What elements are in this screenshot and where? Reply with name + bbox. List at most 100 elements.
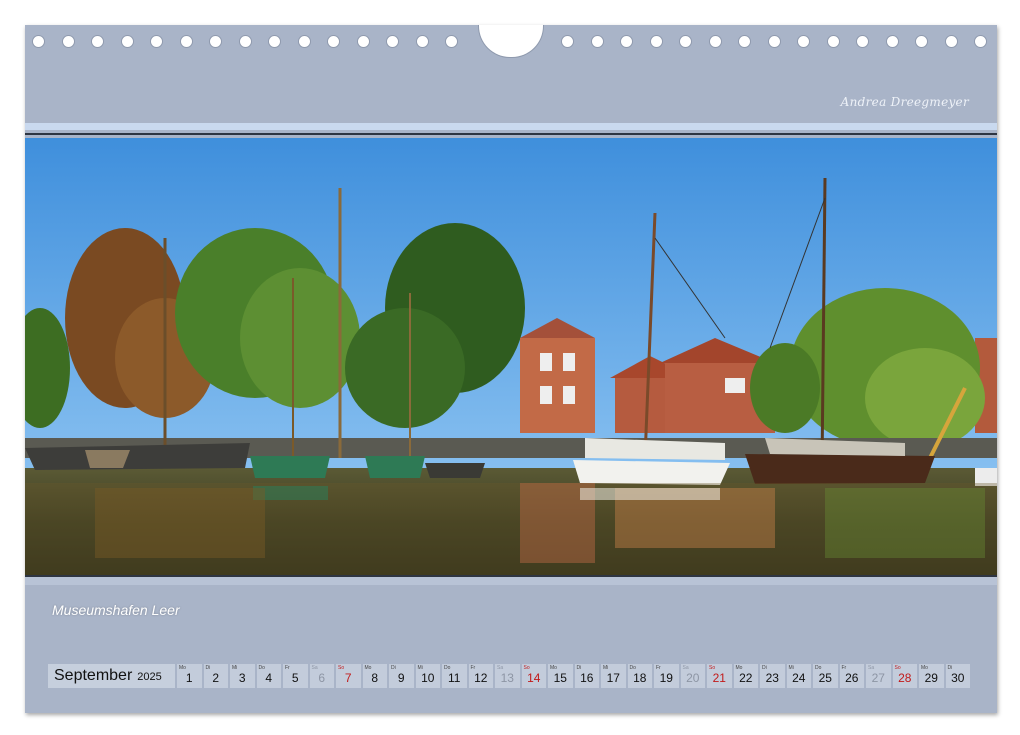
binding-hole — [679, 35, 692, 48]
day-number: 9 — [397, 671, 405, 685]
day-number: 22 — [739, 671, 753, 685]
binding-hole — [61, 35, 75, 48]
binding-hole — [120, 35, 134, 48]
binding-hole — [738, 35, 751, 48]
day-number: 19 — [659, 671, 673, 685]
day-cell: Do 18 — [627, 664, 652, 688]
binding-hole — [445, 35, 458, 48]
binding-hole — [561, 35, 574, 48]
day-number: 15 — [553, 671, 567, 685]
binding-hole — [826, 35, 840, 48]
binding-hole — [268, 35, 281, 48]
binding-hole — [415, 35, 429, 48]
month-label: September 2025 — [48, 664, 175, 688]
day-number: 29 — [924, 671, 938, 685]
day-number: 10 — [421, 671, 435, 685]
harbor-photo-illustration — [25, 138, 997, 575]
day-number: 26 — [845, 671, 859, 685]
photo-caption: Museumshafen Leer — [52, 602, 180, 618]
day-cell: Mo 15 — [548, 664, 573, 688]
binding-hole — [386, 35, 399, 48]
photo-top-border — [25, 133, 997, 135]
day-cell: Di 16 — [574, 664, 599, 688]
day-cell: Di 9 — [389, 664, 414, 688]
day-number: 7 — [344, 671, 352, 685]
day-cell: Mi 17 — [601, 664, 626, 688]
day-number: 18 — [633, 671, 647, 685]
day-number: 16 — [580, 671, 594, 685]
day-cell: Mo 1 — [177, 664, 202, 688]
binding-hole — [209, 35, 222, 48]
calendar-sheet: Andrea Dreegmeyer Museumshafen Leer Sept… — [25, 25, 997, 713]
day-cell: Do 4 — [256, 664, 281, 688]
day-number: 30 — [951, 671, 965, 685]
hanger-notch — [478, 25, 544, 58]
binding-hole — [856, 35, 869, 48]
binding-hole — [356, 35, 370, 48]
day-number: 24 — [792, 671, 806, 685]
day-cell: So 14 — [521, 664, 546, 688]
day-cell: Sa 20 — [680, 664, 705, 688]
day-cell: Di 23 — [760, 664, 785, 688]
day-cell: Fr 26 — [839, 664, 864, 688]
harbor-photo — [25, 138, 997, 575]
day-number: 28 — [898, 671, 912, 685]
photographer-signature: Andrea Dreegmeyer — [840, 95, 969, 109]
binding-hole — [767, 35, 781, 48]
footer-stripe — [25, 577, 997, 585]
day-number: 5 — [291, 671, 299, 685]
day-cell: Fr 5 — [283, 664, 308, 688]
day-cell: Mi 24 — [786, 664, 811, 688]
day-cell: Mo 29 — [919, 664, 944, 688]
day-number: 17 — [606, 671, 620, 685]
binding-hole — [944, 35, 958, 48]
day-cell: Do 25 — [813, 664, 838, 688]
month-name: September — [54, 667, 133, 684]
binding-hole — [327, 35, 340, 48]
day-number: 13 — [500, 671, 514, 685]
day-cell: Fr 19 — [654, 664, 679, 688]
header-stripe — [25, 123, 997, 130]
binding-hole — [590, 35, 604, 48]
binding-hole — [797, 35, 810, 48]
day-cells: Mo 1 Di 2 Mi 3 Do 4 Fr 5 Sa 6 So 7 Mo 8 Di 9 Mi 10 Do 11 Fr 12 S… — [177, 664, 972, 688]
day-number: 8 — [371, 671, 379, 685]
day-cell: Mo 8 — [362, 664, 387, 688]
day-cell: Mi 10 — [415, 664, 440, 688]
day-cell: Di 2 — [203, 664, 228, 688]
binding-hole — [297, 35, 311, 48]
day-number: 20 — [686, 671, 700, 685]
day-cell: Mi 3 — [230, 664, 255, 688]
month-calendar-strip: September 2025 Mo 1 Di 2 Mi 3 Do 4 Fr 5 Sa 6 So 7 Mo 8 D… — [48, 664, 972, 688]
day-cell: So 7 — [336, 664, 361, 688]
day-number: 23 — [765, 671, 779, 685]
day-number: 12 — [474, 671, 488, 685]
day-cell: Mo 22 — [733, 664, 758, 688]
day-cell: Sa 27 — [866, 664, 891, 688]
day-number: 3 — [238, 671, 246, 685]
binding-hole — [238, 35, 252, 48]
binding-hole — [915, 35, 928, 48]
binding-hole — [885, 35, 899, 48]
day-number: 25 — [818, 671, 832, 685]
day-number: 1 — [185, 671, 193, 685]
day-number: 4 — [265, 671, 273, 685]
day-cell: Sa 13 — [495, 664, 520, 688]
binding-hole — [91, 35, 104, 48]
day-cell: So 28 — [892, 664, 917, 688]
day-number: 11 — [448, 671, 461, 685]
day-cell: Fr 12 — [468, 664, 493, 688]
binding-hole — [150, 35, 163, 48]
day-number: 6 — [318, 671, 326, 685]
binding-hole — [649, 35, 663, 48]
day-cell: So 21 — [707, 664, 732, 688]
day-number: 27 — [871, 671, 885, 685]
day-number: 14 — [527, 671, 541, 685]
binding-hole — [708, 35, 722, 48]
binding-hole — [620, 35, 633, 48]
binding-hole — [32, 35, 45, 48]
day-cell: Sa 6 — [309, 664, 334, 688]
day-cell: Do 11 — [442, 664, 467, 688]
binding-hole — [179, 35, 193, 48]
month-year: 2025 — [137, 671, 162, 683]
